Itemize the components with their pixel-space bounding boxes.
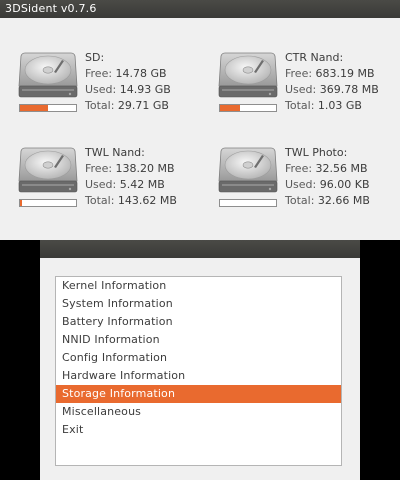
used-value: 14.93 GB [119, 83, 171, 96]
used-value: 369.78 MB [319, 83, 379, 96]
free-label: Free: [85, 162, 116, 175]
storage-total-row: Total: 29.71 GB [85, 98, 171, 114]
menu-item-exit[interactable]: Exit [56, 421, 341, 439]
bottom-screen: Kernel Information System Information Ba… [40, 240, 360, 480]
hard-drive-icon [218, 50, 282, 100]
used-label: Used: [85, 83, 120, 96]
title-bar: 3DSident v0.7.6 [0, 0, 400, 18]
total-label: Total: [85, 194, 118, 207]
storage-name: TWL Photo: [285, 146, 348, 159]
storage-info: TWL Photo: Free: 32.56 MB Used: 96.00 KB… [285, 145, 370, 209]
menu-item-storage-information[interactable]: Storage Information [56, 385, 341, 403]
used-label: Used: [85, 178, 120, 191]
storage-free-row: Free: 32.56 MB [285, 161, 370, 177]
total-label: Total: [285, 99, 318, 112]
free-value: 138.20 MB [115, 162, 175, 175]
menu-item-miscellaneous[interactable]: Miscellaneous [56, 403, 341, 421]
free-label: Free: [85, 67, 116, 80]
storage-usage-fill [20, 105, 48, 111]
top-screen: 3DSident v0.7.6 SD: Free: 14.78 GB Used:… [0, 0, 400, 240]
storage-free-row: Free: 138.20 MB [85, 161, 177, 177]
main-menu: Kernel Information System Information Ba… [55, 276, 342, 466]
storage-sd: SD: Free: 14.78 GB Used: 14.93 GB Total:… [18, 50, 208, 116]
free-value: 14.78 GB [115, 67, 167, 80]
storage-info: TWL Nand: Free: 138.20 MB Used: 5.42 MB … [85, 145, 177, 209]
hard-drive-icon [218, 145, 282, 195]
storage-free-row: Free: 683.19 MB [285, 66, 379, 82]
storage-info: SD: Free: 14.78 GB Used: 14.93 GB Total:… [85, 50, 171, 114]
total-value: 32.66 MB [317, 194, 370, 207]
storage-name: CTR Nand: [285, 51, 344, 64]
storage-ctr-nand: CTR Nand: Free: 683.19 MB Used: 369.78 M… [218, 50, 400, 116]
menu-item-config-information[interactable]: Config Information [56, 349, 341, 367]
used-label: Used: [285, 178, 320, 191]
total-value: 29.71 GB [117, 99, 169, 112]
free-value: 32.56 MB [315, 162, 368, 175]
used-value: 5.42 MB [119, 178, 165, 191]
bottom-header-bar [40, 240, 360, 258]
menu-item-nnid-information[interactable]: NNID Information [56, 331, 341, 349]
hard-drive-icon [18, 50, 82, 100]
storage-usage-bar [19, 199, 77, 207]
menu-item-hardware-information[interactable]: Hardware Information [56, 367, 341, 385]
menu-item-battery-information[interactable]: Battery Information [56, 313, 341, 331]
free-value: 683.19 MB [315, 67, 375, 80]
storage-twl-nand: TWL Nand: Free: 138.20 MB Used: 5.42 MB … [18, 145, 208, 211]
total-label: Total: [85, 99, 118, 112]
storage-usage-fill [20, 200, 23, 206]
app-title: 3DSident v0.7.6 [5, 2, 97, 15]
storage-used-row: Used: 96.00 KB [285, 177, 370, 193]
storage-used-row: Used: 369.78 MB [285, 82, 379, 98]
used-label: Used: [285, 83, 320, 96]
total-value: 143.62 MB [117, 194, 177, 207]
storage-used-row: Used: 14.93 GB [85, 82, 171, 98]
storage-total-row: Total: 1.03 GB [285, 98, 379, 114]
free-label: Free: [285, 67, 316, 80]
storage-usage-fill [220, 105, 240, 111]
storage-name: TWL Nand: [85, 146, 145, 159]
menu-item-kernel-information[interactable]: Kernel Information [56, 277, 341, 295]
storage-twl-photo: TWL Photo: Free: 32.56 MB Used: 96.00 KB… [218, 145, 400, 211]
hard-drive-icon [18, 145, 82, 195]
total-value: 1.03 GB [317, 99, 362, 112]
storage-usage-bar [219, 104, 277, 112]
storage-usage-bar [19, 104, 77, 112]
used-value: 96.00 KB [319, 178, 370, 191]
free-label: Free: [285, 162, 316, 175]
storage-total-row: Total: 143.62 MB [85, 193, 177, 209]
storage-usage-bar [219, 199, 277, 207]
storage-free-row: Free: 14.78 GB [85, 66, 171, 82]
storage-total-row: Total: 32.66 MB [285, 193, 370, 209]
menu-item-system-information[interactable]: System Information [56, 295, 341, 313]
storage-used-row: Used: 5.42 MB [85, 177, 177, 193]
storage-name: SD: [85, 51, 105, 64]
total-label: Total: [285, 194, 318, 207]
storage-info: CTR Nand: Free: 683.19 MB Used: 369.78 M… [285, 50, 379, 114]
